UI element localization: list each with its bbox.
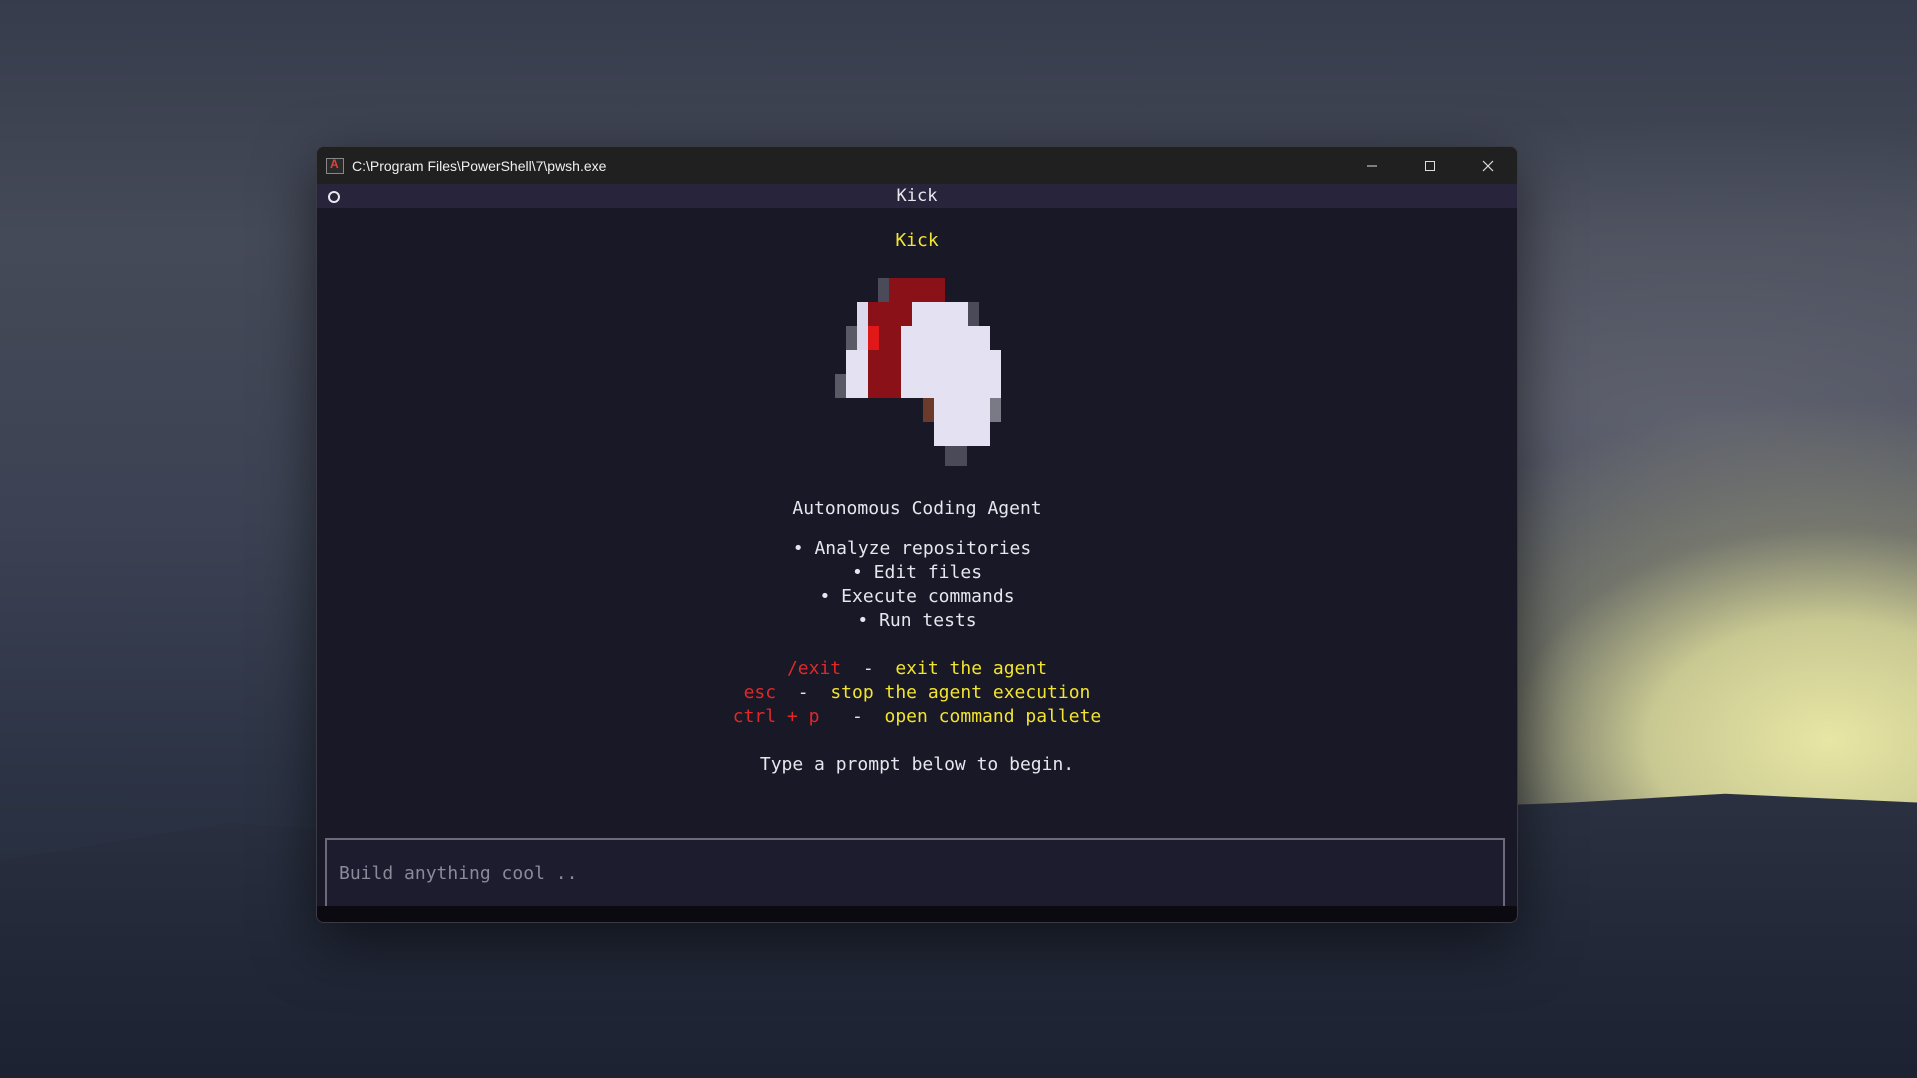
shortcut-description: open command pallete <box>884 706 1102 727</box>
powershell-app-icon <box>326 157 344 174</box>
begin-hint: Type a prompt below to begin. <box>759 754 1075 775</box>
feature-list-item: • Execute commands <box>819 586 1015 607</box>
shortcut-description: exit the agent <box>895 658 1048 679</box>
maximize-button[interactable] <box>1401 147 1459 184</box>
circle-icon <box>328 191 340 203</box>
shortcut-row: ctrl + p - open command pallete <box>732 706 1102 727</box>
tab-title: Kick <box>896 186 938 206</box>
feature-list-item: • Analyze repositories <box>792 538 1032 559</box>
pixel-art-brain-icon <box>835 278 1001 466</box>
shortcut-row: esc - stop the agent execution <box>743 682 1091 703</box>
shortcut-description: stop the agent execution <box>830 682 1091 703</box>
tab-bar[interactable]: Kick <box>317 184 1517 208</box>
shortcut-key: /exit <box>786 658 842 679</box>
subtitle: Autonomous Coding Agent <box>792 498 1042 519</box>
terminal-content: Kick Autonomous Coding Agent • Analyze r… <box>317 208 1517 922</box>
window-title: C:\Program Files\PowerShell\7\pwsh.exe <box>352 157 607 174</box>
shortcut-key: esc <box>743 682 777 703</box>
title-bar[interactable]: C:\Program Files\PowerShell\7\pwsh.exe <box>317 147 1517 184</box>
prompt-box[interactable] <box>325 838 1505 908</box>
minimize-icon <box>1367 165 1377 166</box>
maximize-icon <box>1425 160 1435 171</box>
status-strip <box>317 906 1517 922</box>
minimize-button[interactable] <box>1343 147 1401 184</box>
prompt-input[interactable] <box>327 840 1503 906</box>
close-icon <box>1482 160 1494 171</box>
shortcut-key: ctrl + p <box>732 706 820 727</box>
close-button[interactable] <box>1459 147 1517 184</box>
window-controls <box>1343 147 1517 184</box>
feature-list-item: • Edit files <box>851 562 983 583</box>
brand-title: Kick <box>895 230 939 251</box>
terminal-window: C:\Program Files\PowerShell\7\pwsh.exe K… <box>316 146 1518 923</box>
feature-list-item: • Run tests <box>857 610 977 631</box>
shortcut-row: /exit - exit the agent <box>786 658 1048 679</box>
